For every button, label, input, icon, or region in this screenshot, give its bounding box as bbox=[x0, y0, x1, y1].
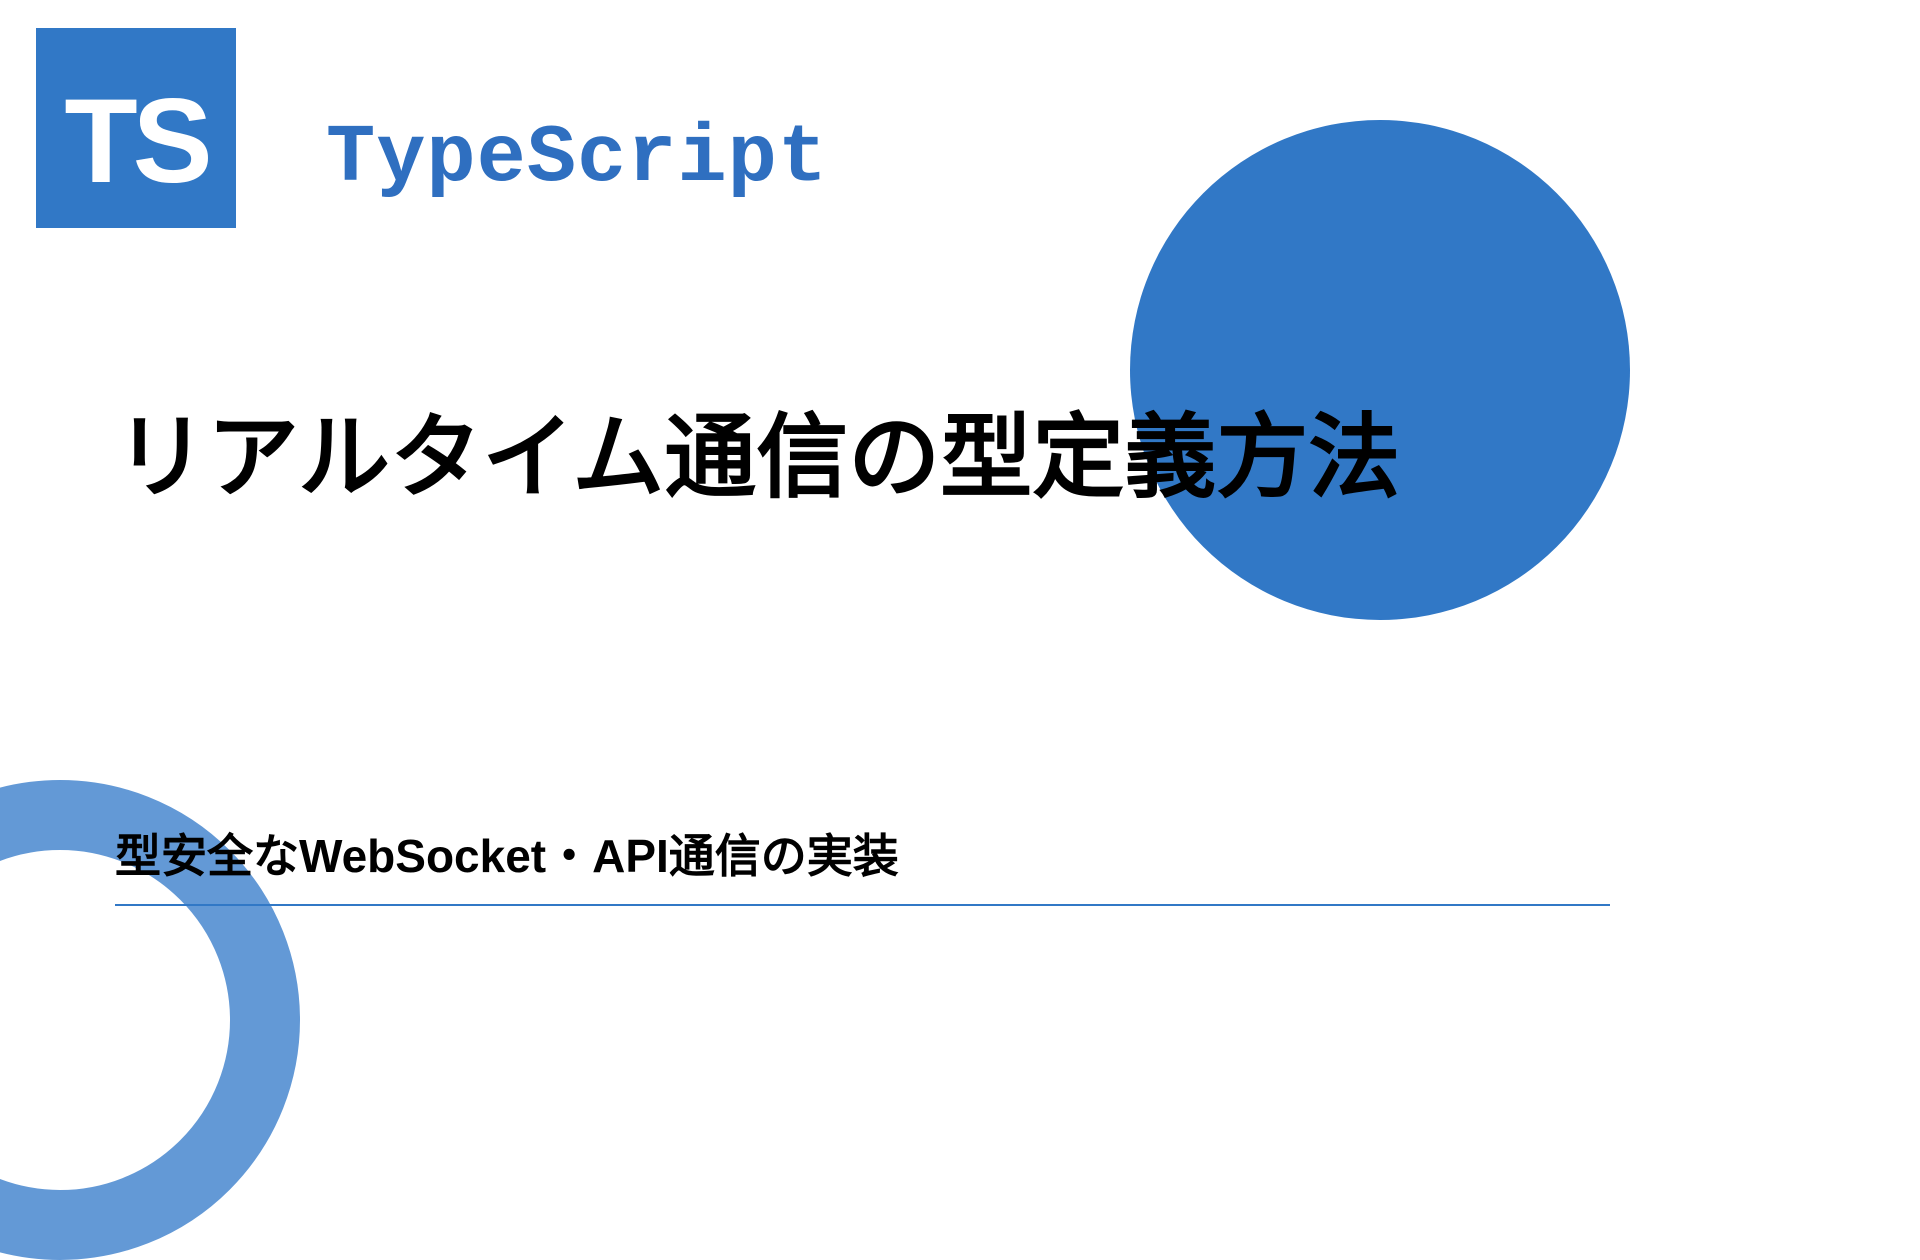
ts-logo-badge: TS bbox=[36, 28, 236, 228]
logo-container: TS TypeScript bbox=[36, 28, 828, 228]
decorative-circle-large bbox=[1130, 120, 1630, 620]
page-subtitle: 型安全なWebSocket・API通信の実装 bbox=[115, 820, 1610, 904]
subtitle-divider bbox=[115, 904, 1610, 906]
page-title: リアルタイム通信の型定義方法 bbox=[115, 380, 1610, 536]
subtitle-container: 型安全なWebSocket・API通信の実装 bbox=[115, 820, 1610, 906]
ts-logo-text: TS bbox=[64, 72, 207, 210]
brand-label: TypeScript bbox=[326, 112, 828, 205]
